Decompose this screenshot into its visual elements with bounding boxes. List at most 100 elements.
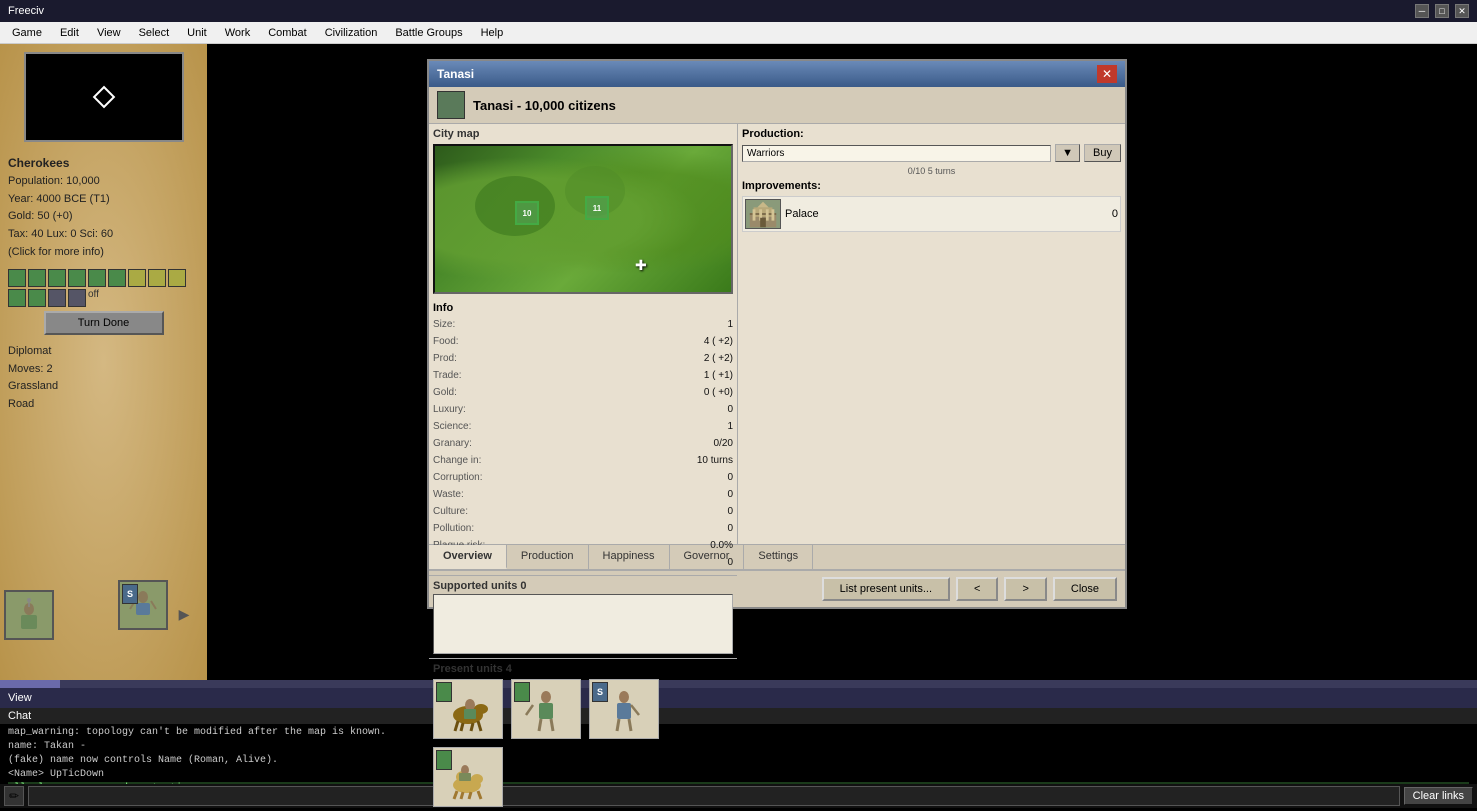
unit-icon-6 [108,269,126,287]
menu-battle-groups[interactable]: Battle Groups [387,25,470,41]
food-label: Food: [433,333,459,350]
restore-button[interactable]: □ [1435,4,1449,18]
terrain2: Road [8,396,199,414]
chat-line-2: name: Takan - [8,740,1469,754]
city-dialog: Tanasi ✕ Tanasi - 10,000 citizens City m… [427,59,1127,609]
science-label: Science: [433,418,471,435]
info-row-luxury: Luxury: 0 [433,401,733,418]
chat-line-3: (fake) name now controls Name (Roman, Al… [8,754,1469,768]
view-label: View [8,692,32,704]
tab-governor[interactable]: Governor [670,545,745,569]
info-label: Info [433,302,733,314]
info-row-culture: Culture: 0 [433,503,733,520]
menu-view[interactable]: View [89,25,129,41]
dialog-close-footer-button[interactable]: Close [1053,577,1117,601]
culture-value: 0 [727,503,733,520]
unit-portrait-2[interactable]: S [118,580,168,630]
present-unit-1[interactable] [433,679,503,739]
info-row-waste: Waste: 0 [433,486,733,503]
menu-work[interactable]: Work [217,25,258,41]
menu-unit[interactable]: Unit [179,25,215,41]
nav-right-arrow[interactable]: ► [175,605,193,626]
supported-units-area [433,594,733,654]
unit-icon-7 [128,269,146,287]
map-unit-2[interactable]: 11 [585,196,609,220]
tab-overview[interactable]: Overview [429,545,507,569]
tab-happiness[interactable]: Happiness [589,545,670,569]
menu-combat[interactable]: Combat [260,25,315,41]
production-dropdown-button[interactable]: ▼ [1055,144,1080,162]
unit-icon-5 [88,269,106,287]
info-row-change: Change in: 10 turns [433,452,733,469]
production-buy-button[interactable]: Buy [1084,144,1121,162]
improvements-label: Improvements: [742,180,1121,192]
view-scrollbar-thumb[interactable] [0,680,60,688]
production-progress: 0/10 5 turns [742,166,1121,176]
improvement-row-palace: Palace 0 [742,196,1121,232]
trade-label: Trade: [433,367,462,384]
unit-icon-9 [168,269,186,287]
waste-value: 0 [727,486,733,503]
chat-line-1: map_warning: topology can't be modified … [8,726,1469,740]
list-present-units-button[interactable]: List present units... [822,577,950,601]
click-info[interactable]: (Click for more info) [8,244,199,262]
chat-icon[interactable]: ✏ [4,786,24,806]
menu-edit[interactable]: Edit [52,25,87,41]
menu-game[interactable]: Game [4,25,50,41]
title-bar-controls: ─ □ ✕ [1415,4,1469,18]
next-city-button[interactable]: > [1004,577,1046,601]
view-scrollbar[interactable] [0,680,1477,688]
trade-value: 1 ( +1) [704,367,733,384]
cross-marker: ✚ [635,257,647,274]
clear-links-button[interactable]: Clear links [1404,787,1473,805]
minimize-button[interactable]: ─ [1415,4,1429,18]
corruption-value: 0 [727,469,733,486]
info-row-size: Size: 1 [433,316,733,333]
info-row-pollution: Pollution: 0 [433,520,733,537]
present-unit-4[interactable] [433,747,503,807]
unit-icon-2 [28,269,46,287]
menu-civilization[interactable]: Civilization [317,25,386,41]
info-row-granary: Granary: 0/20 [433,435,733,452]
size-label: Size: [433,316,455,333]
granary-value: 0/20 [714,435,733,452]
prev-city-button[interactable]: < [956,577,998,601]
close-button[interactable]: ✕ [1455,4,1469,18]
map-unit-1[interactable]: 10 [515,201,539,225]
unit-portrait-1[interactable] [4,590,54,640]
change-label: Change in: [433,452,481,469]
city-map-image[interactable]: 10 11 ✚ [433,144,733,294]
chat-label: Chat [8,710,31,722]
supported-units-section: Supported units 0 [429,575,737,658]
auto-label: off [88,289,99,307]
info-row-science: Science: 1 [433,418,733,435]
tab-production[interactable]: Production [507,545,589,569]
chat-header: Chat [0,708,1477,724]
city-map-label: City map [433,128,733,140]
view-bar: View [0,688,1477,708]
population: Population: 10,000 [8,173,199,191]
menu-help[interactable]: Help [473,25,512,41]
left-sidebar: Cherokees Population: 10,000 Year: 4000 … [0,44,207,680]
city-title-text: Tanasi - 10,000 citizens [473,98,616,113]
dialog-title: Tanasi [437,67,474,81]
minimap[interactable] [24,52,184,142]
prod-value: 2 ( +2) [704,350,733,367]
info-row-prod: Prod: 2 ( +2) [433,350,733,367]
gold: Gold: 50 (+0) [8,208,199,226]
app-title: Freeciv [8,5,44,17]
pollution-label: Pollution: [433,520,474,537]
turn-done-button[interactable]: Turn Done [44,311,164,335]
present-unit-3[interactable]: S [589,679,659,739]
unit-icon-4 [68,269,86,287]
dialog-close-button[interactable]: ✕ [1097,65,1117,83]
prod-label: Prod: [433,350,457,367]
present-unit-2[interactable] [511,679,581,739]
game-world[interactable]: Tanasi ✕ Tanasi - 10,000 citizens City m… [207,44,1477,680]
tab-settings[interactable]: Settings [744,545,813,569]
city-map-section: City map 10 11 ✚ [429,124,737,298]
chat-input-row: ✏ Clear links [0,784,1477,808]
present-units-section: Present units 4 [429,658,737,811]
menu-select[interactable]: Select [131,25,178,41]
civ-name: Cherokees [8,154,199,173]
